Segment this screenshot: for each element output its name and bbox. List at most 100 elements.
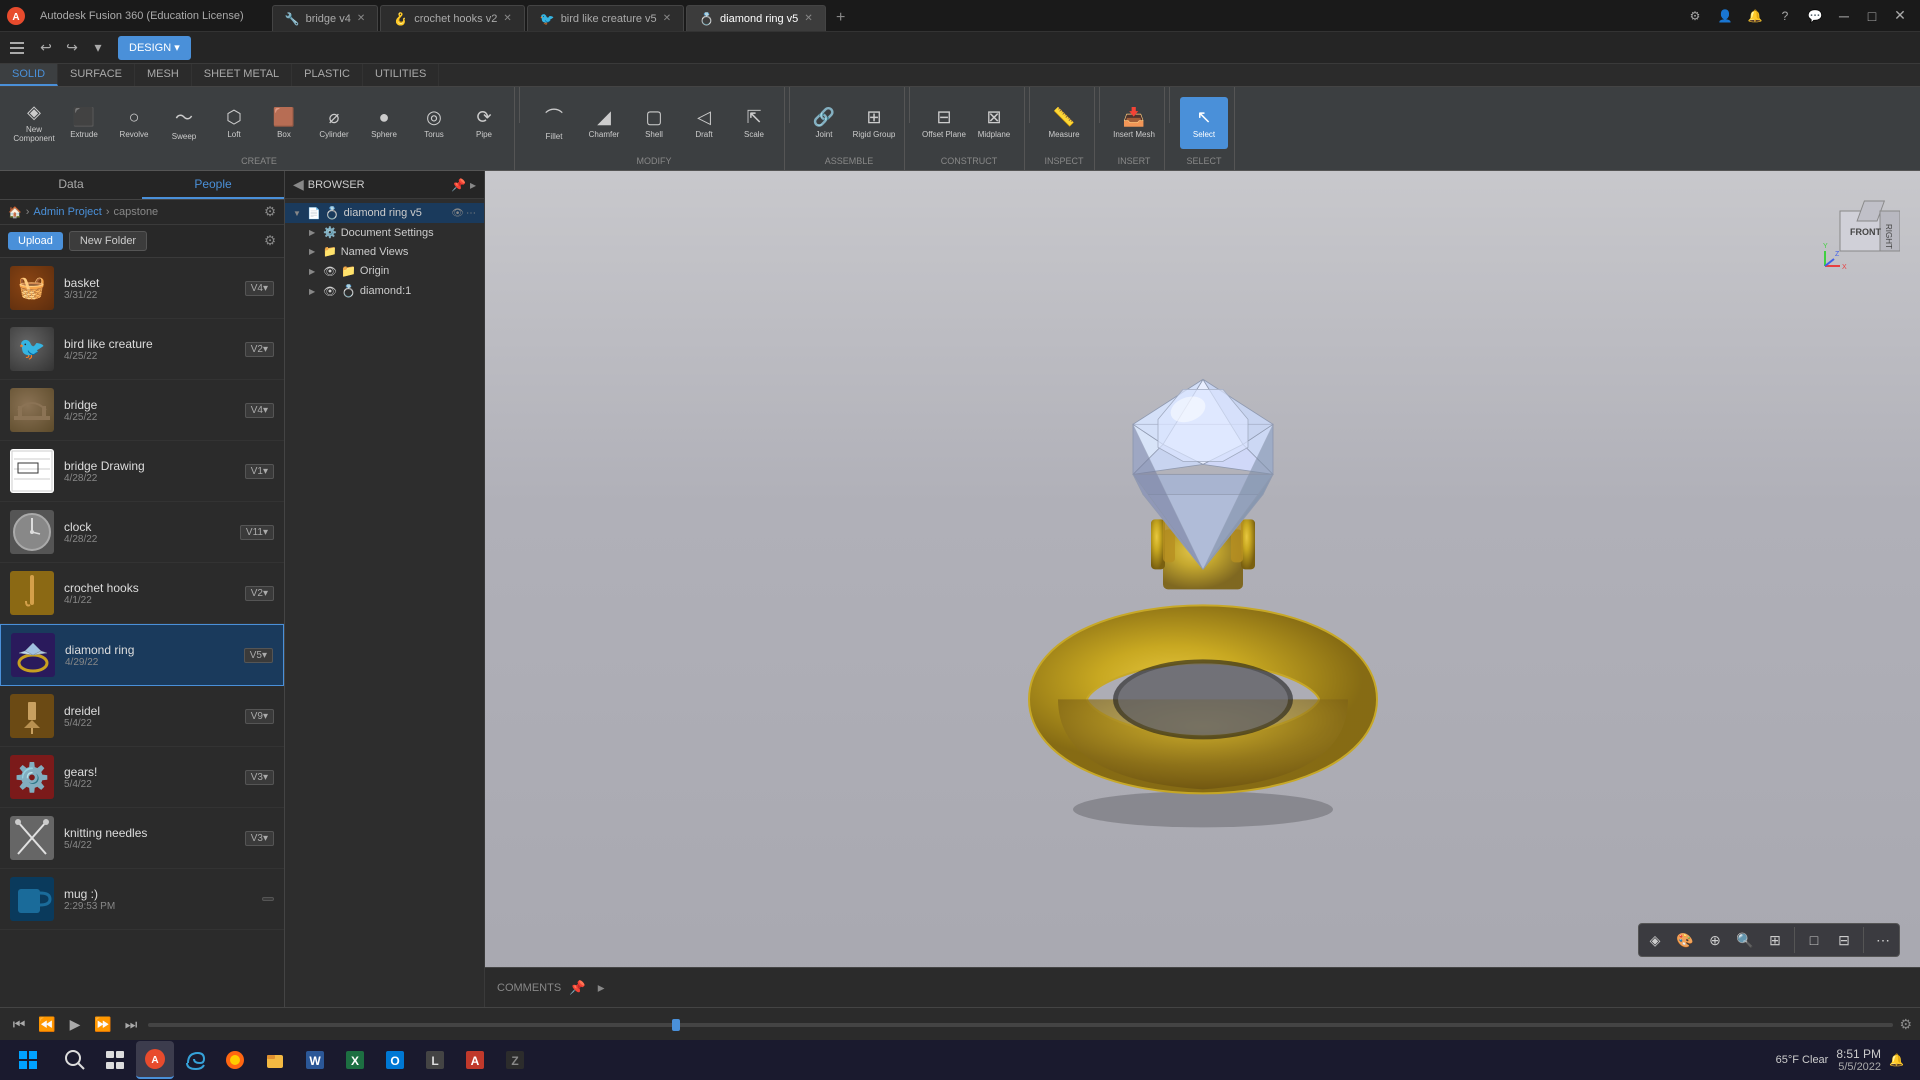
project-version[interactable]: V2▾: [245, 586, 274, 601]
viewport[interactable]: FRONT RIGHT X Y Z: [485, 171, 1920, 1007]
browser-collapse-button[interactable]: ◀: [293, 176, 304, 193]
midplane-button[interactable]: ⊠Midplane: [970, 97, 1018, 149]
tab-mesh[interactable]: MESH: [135, 64, 192, 86]
insert-mesh-button[interactable]: 📥Insert Mesh: [1110, 97, 1158, 149]
project-version[interactable]: V4▾: [245, 403, 274, 418]
browser-pin-button[interactable]: 📌: [451, 178, 466, 192]
box-button[interactable]: 🟫 Box: [260, 97, 308, 149]
list-item[interactable]: 🐦 bird like creature 4/25/22 V2▾: [0, 319, 284, 380]
select-button[interactable]: ↖Select: [1180, 97, 1228, 149]
account-icon[interactable]: 👤: [1712, 3, 1738, 29]
sort-options-button[interactable]: ⚙: [264, 233, 276, 249]
fit-button[interactable]: ⊞: [1762, 927, 1788, 953]
render-mode-button[interactable]: □: [1801, 927, 1827, 953]
new-folder-button[interactable]: New Folder: [69, 231, 147, 251]
timeline-track[interactable]: [148, 1023, 1893, 1027]
community-icon[interactable]: 💬: [1802, 3, 1828, 29]
more-actions-button[interactable]: ▾: [86, 36, 110, 60]
timeline-next-button[interactable]: ⏩: [92, 1014, 114, 1036]
redo-button[interactable]: ↪: [60, 36, 84, 60]
torus-button[interactable]: ◎ Torus: [410, 97, 458, 149]
new-component-button[interactable]: ◈ New Component: [10, 97, 58, 149]
tree-item-origin[interactable]: ▶ 👁 📁 Origin: [285, 261, 484, 281]
taskbar-explorer[interactable]: [256, 1041, 294, 1079]
grid-button[interactable]: ⊟: [1831, 927, 1857, 953]
tree-item-doc-settings[interactable]: ▶ ⚙️ Document Settings: [285, 223, 484, 242]
list-item[interactable]: clock 4/28/22 V11▾: [0, 502, 284, 563]
tree-action-visibility[interactable]: 👁: [451, 208, 464, 219]
tab-crochet[interactable]: 🪝 crochet hooks v2 ✕: [380, 5, 525, 31]
project-version[interactable]: V4▾: [245, 281, 274, 296]
app-menu[interactable]: [8, 39, 26, 57]
cylinder-button[interactable]: ⌀ Cylinder: [310, 97, 358, 149]
list-item[interactable]: mug :) 2:29:53 PM: [0, 869, 284, 930]
tab-close-diamond[interactable]: ✕: [804, 13, 812, 24]
joint-button[interactable]: 🔗Joint: [800, 97, 848, 149]
project-version[interactable]: V9▾: [245, 709, 274, 724]
pipe-button[interactable]: ⟳ Pipe: [460, 97, 508, 149]
more-view-button[interactable]: ⋯: [1870, 927, 1896, 953]
breadcrumb-admin[interactable]: Admin Project: [33, 206, 101, 218]
taskbar-fusion360[interactable]: A: [136, 1041, 174, 1079]
taskbar-app2[interactable]: A: [456, 1041, 494, 1079]
offset-plane-button[interactable]: ⊟Offset Plane: [920, 97, 968, 149]
taskbar-excel[interactable]: X: [336, 1041, 374, 1079]
tab-bridge[interactable]: 🔧 bridge v4 ✕: [272, 5, 379, 31]
project-version[interactable]: V1▾: [245, 464, 274, 479]
project-version[interactable]: [262, 897, 274, 901]
list-item[interactable]: dreidel 5/4/22 V9▾: [0, 686, 284, 747]
view-options-button[interactable]: ◈: [1642, 927, 1668, 953]
browser-more-button[interactable]: ▸: [470, 178, 476, 192]
notification-icon[interactable]: 🔔: [1742, 3, 1768, 29]
timeline-start-button[interactable]: ⏮: [8, 1014, 30, 1036]
undo-button[interactable]: ↩: [34, 36, 58, 60]
project-version[interactable]: V3▾: [245, 831, 274, 846]
tree-item-named-views[interactable]: ▶ 📁 Named Views: [285, 242, 484, 261]
tab-sheet-metal[interactable]: SHEET METAL: [192, 64, 292, 86]
list-item[interactable]: knitting needles 5/4/22 V3▾: [0, 808, 284, 869]
list-item[interactable]: crochet hooks 4/1/22 V2▾: [0, 563, 284, 624]
tree-item-diamond[interactable]: ▶ 👁 💍 diamond:1: [285, 281, 484, 301]
taskbar-search[interactable]: [56, 1041, 94, 1079]
tab-surface[interactable]: SURFACE: [58, 64, 135, 86]
list-item[interactable]: 🧺 basket 3/31/22 V4▾: [0, 258, 284, 319]
tab-diamond[interactable]: 💍 diamond ring v5 ✕: [686, 5, 826, 31]
close-button[interactable]: ✕: [1888, 4, 1912, 28]
timeline-prev-button[interactable]: ⏪: [36, 1014, 58, 1036]
tab-close-crochet[interactable]: ✕: [503, 13, 511, 24]
maximize-button[interactable]: □: [1860, 4, 1884, 28]
timeline-end-button[interactable]: ⏭: [120, 1014, 142, 1036]
design-mode-button[interactable]: DESIGN ▾: [118, 36, 191, 60]
fillet-button[interactable]: ⌒Fillet: [530, 97, 578, 149]
tab-close-bridge[interactable]: ✕: [357, 13, 365, 24]
extrude-button[interactable]: ⬛ Extrude: [60, 97, 108, 149]
nav-cube[interactable]: FRONT RIGHT X Y Z: [1820, 191, 1900, 271]
draft-button[interactable]: ◁Draft: [680, 97, 728, 149]
zoom-button[interactable]: 🔍: [1732, 927, 1758, 953]
minimize-button[interactable]: ─: [1832, 4, 1856, 28]
tab-bird[interactable]: 🐦 bird like creature v5 ✕: [527, 5, 684, 31]
list-item[interactable]: bridge 4/25/22 V4▾: [0, 380, 284, 441]
tree-item-root[interactable]: ▼ 📄 💍 diamond ring v5 👁 ⋯: [285, 203, 484, 223]
measure-button[interactable]: 📏Measure: [1040, 97, 1088, 149]
taskbar-word[interactable]: W: [296, 1041, 334, 1079]
upload-button[interactable]: Upload: [8, 232, 63, 250]
list-item[interactable]: bridge Drawing 4/28/22 V1▾: [0, 441, 284, 502]
tab-data[interactable]: Data: [0, 171, 142, 199]
tab-close-bird[interactable]: ✕: [663, 13, 671, 24]
sphere-button[interactable]: ● Sphere: [360, 97, 408, 149]
tab-people[interactable]: People: [142, 171, 284, 199]
list-item[interactable]: diamond ring 4/29/22 V5▾: [0, 624, 284, 686]
timeline-marker[interactable]: [672, 1019, 680, 1031]
chamfer-button[interactable]: ◢Chamfer: [580, 97, 628, 149]
timeline-settings-button[interactable]: ⚙: [1899, 1016, 1912, 1033]
taskbar-outlook[interactable]: O: [376, 1041, 414, 1079]
sidebar-settings-button[interactable]: ⚙: [264, 204, 276, 220]
add-tab-button[interactable]: +: [828, 5, 854, 31]
settings-icon[interactable]: ⚙: [1682, 3, 1708, 29]
rigid-group-button[interactable]: ⊞Rigid Group: [850, 97, 898, 149]
revolve-button[interactable]: ○ Revolve: [110, 97, 158, 149]
scale-button[interactable]: ⇱Scale: [730, 97, 778, 149]
notification-center-button[interactable]: 🔔: [1889, 1053, 1904, 1067]
project-version[interactable]: V5▾: [244, 648, 273, 663]
